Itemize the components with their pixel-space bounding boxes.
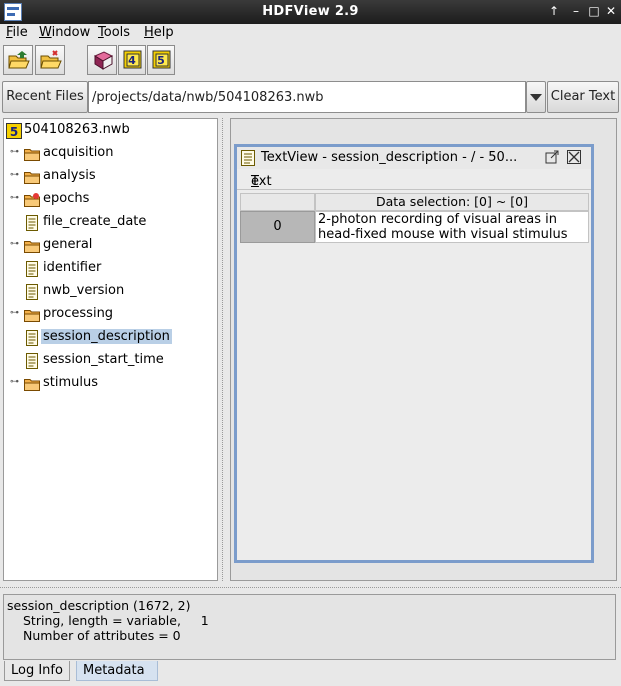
tree-item-label: general bbox=[43, 237, 93, 252]
tree-item-label: epochs bbox=[43, 191, 90, 206]
tree-item-stimulus[interactable]: ⊶ stimulus bbox=[4, 373, 214, 395]
textview-window: TextView - session_description - / - 50.… bbox=[234, 144, 594, 563]
tab-log-info[interactable]: Log Info bbox=[4, 661, 70, 681]
info-line-1: session_description (1672, 2) bbox=[7, 598, 191, 613]
textview-titlebar[interactable]: TextView - session_description - / - 50.… bbox=[237, 147, 591, 169]
column-header[interactable]: Data selection: [0] ~ [0] bbox=[315, 193, 589, 211]
hdf5-library-icon: 5 bbox=[152, 50, 171, 69]
folder-icon bbox=[24, 310, 40, 322]
text-table: Data selection: [0] ~ [0] 0 2-photon rec… bbox=[240, 193, 589, 557]
tree-item-epochs[interactable]: ⊶ epochs bbox=[4, 189, 214, 211]
close-window-icon[interactable]: ✕ bbox=[603, 3, 619, 19]
open-file-button[interactable] bbox=[3, 45, 33, 75]
expand-toggle-icon[interactable]: ⊶ bbox=[10, 170, 20, 180]
file-tree: 5 504108263.nwb ⊶ acquisition ⊶ analysis ⊶ ep… bbox=[3, 118, 218, 581]
menu-tools[interactable]: Tools bbox=[98, 25, 130, 40]
textview-title: TextView - session_description - / - 50.… bbox=[261, 150, 518, 165]
window-title: HDFView 2.9 bbox=[262, 4, 359, 19]
tree-item-label: nwb_version bbox=[43, 283, 125, 298]
toolbar: 4 5 bbox=[0, 44, 621, 78]
undock-icon[interactable] bbox=[545, 150, 559, 164]
expand-toggle-icon[interactable]: ⊶ bbox=[10, 308, 20, 318]
close-file-button[interactable] bbox=[35, 45, 65, 75]
open-folder-icon bbox=[8, 51, 30, 69]
svg-text:4: 4 bbox=[128, 54, 136, 67]
tree-item-file-create-date[interactable]: file_create_date bbox=[4, 212, 214, 234]
tree-item-label: identifier bbox=[43, 260, 102, 275]
cell-line-1: 2-photon recording of visual areas in bbox=[318, 212, 558, 227]
window-titlebar: HDFView 2.9 ↑ – □ ✕ bbox=[0, 0, 621, 24]
horizontal-splitter[interactable] bbox=[0, 583, 621, 593]
tree-root-label: 504108263.nwb bbox=[24, 122, 130, 137]
expand-toggle-icon[interactable]: ⊶ bbox=[10, 377, 20, 387]
tree-item-label: session_start_time bbox=[43, 352, 164, 367]
tree-item-label: stimulus bbox=[43, 375, 99, 390]
folder-icon bbox=[24, 149, 40, 161]
tree-item-identifier[interactable]: identifier bbox=[4, 258, 214, 280]
keep-above-icon[interactable]: ↑ bbox=[546, 3, 562, 19]
tree-item-nwb-version[interactable]: nwb_version bbox=[4, 281, 214, 303]
text-dataset-icon bbox=[26, 261, 38, 277]
tree-item-processing[interactable]: ⊶ processing bbox=[4, 304, 214, 326]
text-dataset-icon bbox=[26, 284, 38, 300]
text-dataset-icon bbox=[241, 150, 255, 166]
tree-item-label: analysis bbox=[43, 168, 96, 183]
hdf5-file-icon: 5 bbox=[6, 123, 22, 139]
svg-text:5: 5 bbox=[10, 125, 18, 139]
address-row: Recent Files /projects/data/nwb/50410826… bbox=[0, 80, 621, 116]
hdf5-library-button[interactable]: 5 bbox=[147, 45, 175, 75]
text-dataset-icon bbox=[26, 215, 38, 231]
tree-item-analysis[interactable]: ⊶ analysis bbox=[4, 166, 214, 188]
tree-item-label: acquisition bbox=[43, 145, 114, 160]
cell-line-2: head-fixed mouse with visual stimulus bbox=[318, 227, 568, 242]
maximize-icon[interactable]: □ bbox=[586, 3, 602, 19]
table-cell[interactable]: 2-photon recording of visual areas in he… bbox=[315, 211, 589, 243]
text-dataset-icon bbox=[26, 353, 38, 369]
info-line-2: String, length = variable, 1 bbox=[23, 613, 209, 628]
content-pane: TextView - session_description - / - 50.… bbox=[230, 118, 617, 581]
expand-toggle-icon[interactable]: ⊶ bbox=[10, 147, 20, 157]
expand-toggle-icon[interactable]: ⊶ bbox=[10, 239, 20, 249]
menubar: File Window Tools Help bbox=[0, 24, 621, 44]
close-folder-icon bbox=[40, 50, 62, 69]
bottom-tabs: Log Info Metadata bbox=[0, 660, 621, 686]
svg-text:5: 5 bbox=[157, 54, 165, 67]
tab-metadata[interactable]: Metadata bbox=[76, 661, 158, 681]
recent-files-button[interactable]: Recent Files bbox=[2, 81, 88, 113]
tree-item-label: session_description bbox=[41, 329, 172, 344]
book-icon bbox=[93, 51, 114, 70]
clear-text-button[interactable]: Clear Text bbox=[547, 81, 619, 113]
metadata-panel: session_description (1672, 2) String, le… bbox=[3, 594, 616, 660]
close-textview-button[interactable] bbox=[567, 150, 581, 164]
textview-menubar: Text bbox=[237, 170, 591, 190]
path-dropdown-button[interactable] bbox=[526, 81, 546, 113]
text-dataset-icon bbox=[26, 330, 38, 346]
vertical-splitter[interactable] bbox=[219, 118, 228, 581]
minimize-icon[interactable]: – bbox=[568, 3, 584, 19]
folder-icon bbox=[24, 172, 40, 184]
tree-item-session-description[interactable]: session_description bbox=[4, 327, 214, 349]
info-line-3: Number of attributes = 0 bbox=[23, 628, 181, 643]
users-guide-button[interactable] bbox=[87, 45, 117, 75]
tree-item-general[interactable]: ⊶ general bbox=[4, 235, 214, 257]
folder-icon bbox=[24, 379, 40, 391]
table-corner bbox=[240, 193, 315, 211]
tree-item-acquisition[interactable]: ⊶ acquisition bbox=[4, 143, 214, 165]
expand-toggle-icon[interactable]: ⊶ bbox=[10, 193, 20, 203]
hdf4-library-icon: 4 bbox=[123, 50, 142, 69]
chevron-down-icon bbox=[530, 94, 542, 101]
close-icon bbox=[568, 151, 580, 163]
tree-root[interactable]: 5 504108263.nwb bbox=[4, 120, 214, 142]
menu-file[interactable]: File bbox=[6, 25, 28, 40]
folder-attribute-icon bbox=[24, 193, 40, 207]
tree-item-session-start-time[interactable]: session_start_time bbox=[4, 350, 214, 372]
menu-window[interactable]: Window bbox=[39, 25, 90, 40]
menu-help[interactable]: Help bbox=[144, 25, 174, 40]
tree-item-label: file_create_date bbox=[43, 214, 147, 229]
tree-item-label: processing bbox=[43, 306, 114, 321]
folder-icon bbox=[24, 241, 40, 253]
row-header[interactable]: 0 bbox=[240, 211, 315, 243]
file-path-input[interactable]: /projects/data/nwb/504108263.nwb bbox=[88, 81, 526, 113]
hdf4-library-button[interactable]: 4 bbox=[118, 45, 146, 75]
